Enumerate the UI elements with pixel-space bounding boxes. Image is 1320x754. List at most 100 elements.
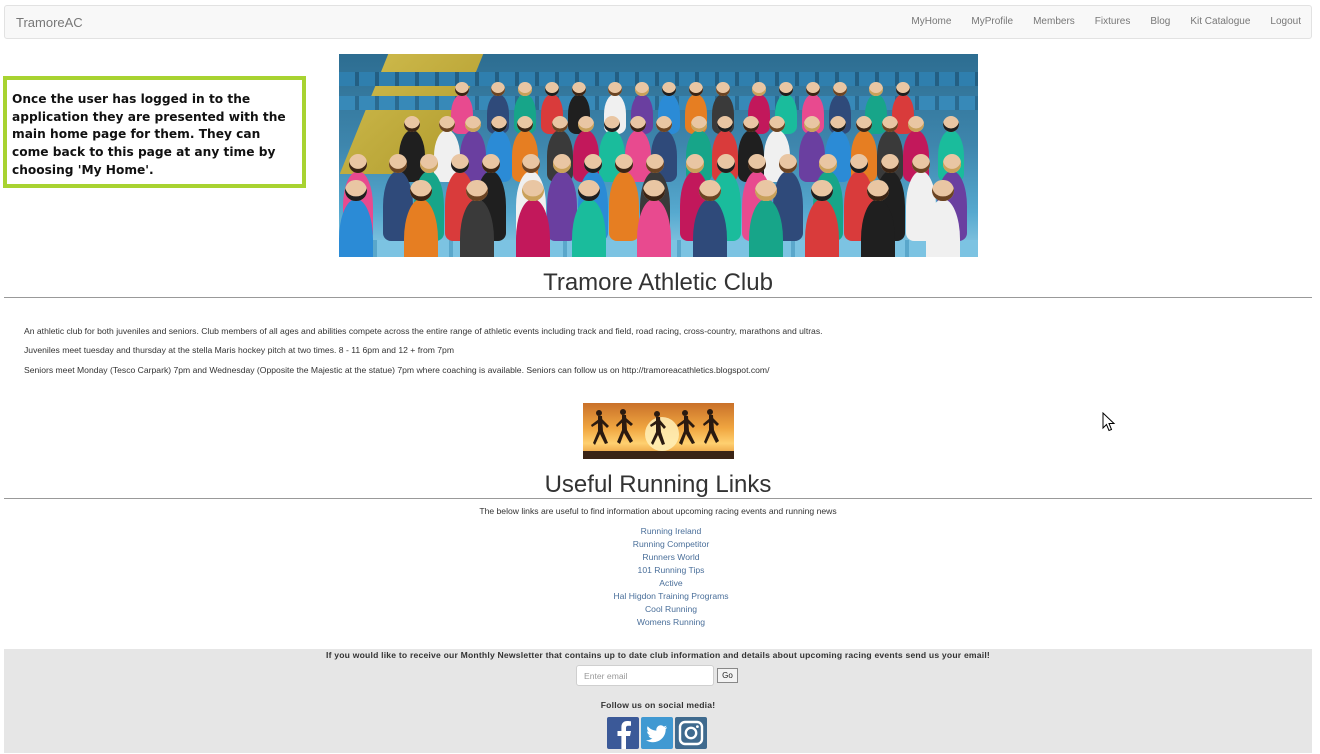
facebook-icon[interactable] [607, 717, 639, 749]
annotation-callout: Once the user has logged in to the appli… [3, 76, 306, 188]
nav-item-kit-catalogue[interactable]: Kit Catalogue [1180, 6, 1260, 38]
athlete-head [768, 116, 786, 133]
athlete-head [466, 180, 488, 202]
athlete-head [643, 180, 665, 202]
athlete-head [855, 116, 873, 133]
nav-item-myprofile[interactable]: MyProfile [961, 6, 1023, 38]
athlete-head [635, 82, 649, 96]
athlete-head [545, 82, 559, 96]
athlete-head [481, 154, 501, 173]
athlete-head [438, 116, 456, 133]
link-cool-running[interactable]: Cool Running [4, 603, 1320, 616]
athlete-head [348, 154, 368, 173]
link-hal-higdon[interactable]: Hal Higdon Training Programs [4, 590, 1320, 603]
athlete-head [603, 116, 621, 133]
nav-item-members[interactable]: Members [1023, 6, 1085, 38]
athlete-head [747, 154, 767, 173]
athlete-head [716, 154, 736, 173]
seat-row [339, 72, 978, 86]
athlete-head [450, 154, 470, 173]
athlete-head [742, 116, 760, 133]
links-intro-text: The below links are useful to find infor… [479, 506, 837, 516]
newsletter-text: If you would like to receive our Monthly… [326, 650, 990, 660]
follow-text: Follow us on social media! [600, 700, 716, 710]
athlete-head [572, 82, 586, 96]
club-description: An athletic club for both juveniles and … [24, 326, 823, 336]
nav-item-fixtures[interactable]: Fixtures [1085, 6, 1141, 38]
divider [4, 297, 1312, 298]
nav-item-myhome[interactable]: MyHome [901, 6, 961, 38]
athlete-head [491, 82, 505, 96]
athlete-head [911, 154, 931, 173]
athlete-head [880, 154, 900, 173]
athlete-head [869, 82, 883, 96]
athlete-head [518, 82, 532, 96]
twitter-icon[interactable] [641, 717, 673, 749]
divider [4, 498, 1312, 499]
athlete-head [455, 82, 469, 96]
athlete-head [583, 154, 603, 173]
athlete-head [388, 154, 408, 173]
athlete-head [779, 82, 793, 96]
link-womens-running[interactable]: Womens Running [4, 616, 1320, 629]
link-101-running-tips[interactable]: 101 Running Tips [4, 564, 1320, 577]
links-section-title: Useful Running Links [544, 471, 772, 498]
link-running-competitor[interactable]: Running Competitor [4, 538, 1320, 551]
athlete-head [778, 154, 798, 173]
athlete-head [811, 180, 833, 202]
page-title: Tramore Athletic Club [543, 269, 773, 296]
running-links-list: Running Ireland Running Competitor Runne… [4, 525, 1320, 629]
athlete-head [806, 82, 820, 96]
athlete-head [655, 116, 673, 133]
athlete-head [345, 180, 367, 202]
athlete-head [896, 82, 910, 96]
athlete-head [716, 116, 734, 133]
instagram-icon[interactable] [675, 717, 707, 749]
nav-menu: MyHome MyProfile Members Fixtures Blog K… [901, 6, 1311, 38]
athlete-head [907, 116, 925, 133]
athlete-head [521, 154, 541, 173]
go-button[interactable]: Go [717, 668, 738, 683]
ground-strip [583, 451, 734, 459]
email-input[interactable] [576, 665, 714, 686]
athlete-head [419, 154, 439, 173]
athlete-head [685, 154, 705, 173]
athlete-head [689, 82, 703, 96]
mouse-cursor-icon [1102, 412, 1116, 432]
team-photo [339, 54, 978, 257]
nav-item-blog[interactable]: Blog [1140, 6, 1180, 38]
juvenile-schedule: Juveniles meet tuesday and thursday at t… [24, 345, 454, 355]
athlete-head [881, 116, 899, 133]
athlete-head [867, 180, 889, 202]
brand-link[interactable]: TramoreAC [16, 15, 83, 30]
athlete-head [645, 154, 665, 173]
link-runners-world[interactable]: Runners World [4, 551, 1320, 564]
athlete-head [490, 116, 508, 133]
link-active[interactable]: Active [4, 577, 1320, 590]
athlete-head [578, 180, 600, 202]
athlete-head [629, 116, 647, 133]
athlete-head [516, 116, 534, 133]
athlete-head [614, 154, 634, 173]
athlete-head [755, 180, 777, 202]
athlete-head [403, 116, 421, 133]
athlete-head [942, 154, 962, 173]
athlete-head [608, 82, 622, 96]
athlete-head [577, 116, 595, 133]
athlete-head [803, 116, 821, 133]
athlete-head [552, 154, 572, 173]
athlete-figure [609, 170, 639, 241]
athlete-head [942, 116, 960, 133]
senior-schedule: Seniors meet Monday (Tesco Carpark) 7pm … [24, 365, 770, 375]
athlete-head [849, 154, 869, 173]
athlete-head [551, 116, 569, 133]
athlete-head [716, 82, 730, 96]
athlete-head [410, 180, 432, 202]
nav-item-logout[interactable]: Logout [1260, 6, 1311, 38]
top-navbar: TramoreAC MyHome MyProfile Members Fixtu… [4, 5, 1312, 39]
athlete-head [522, 180, 544, 202]
athlete-head [833, 82, 847, 96]
athlete-head [699, 180, 721, 202]
link-running-ireland[interactable]: Running Ireland [4, 525, 1320, 538]
athlete-head [818, 154, 838, 173]
